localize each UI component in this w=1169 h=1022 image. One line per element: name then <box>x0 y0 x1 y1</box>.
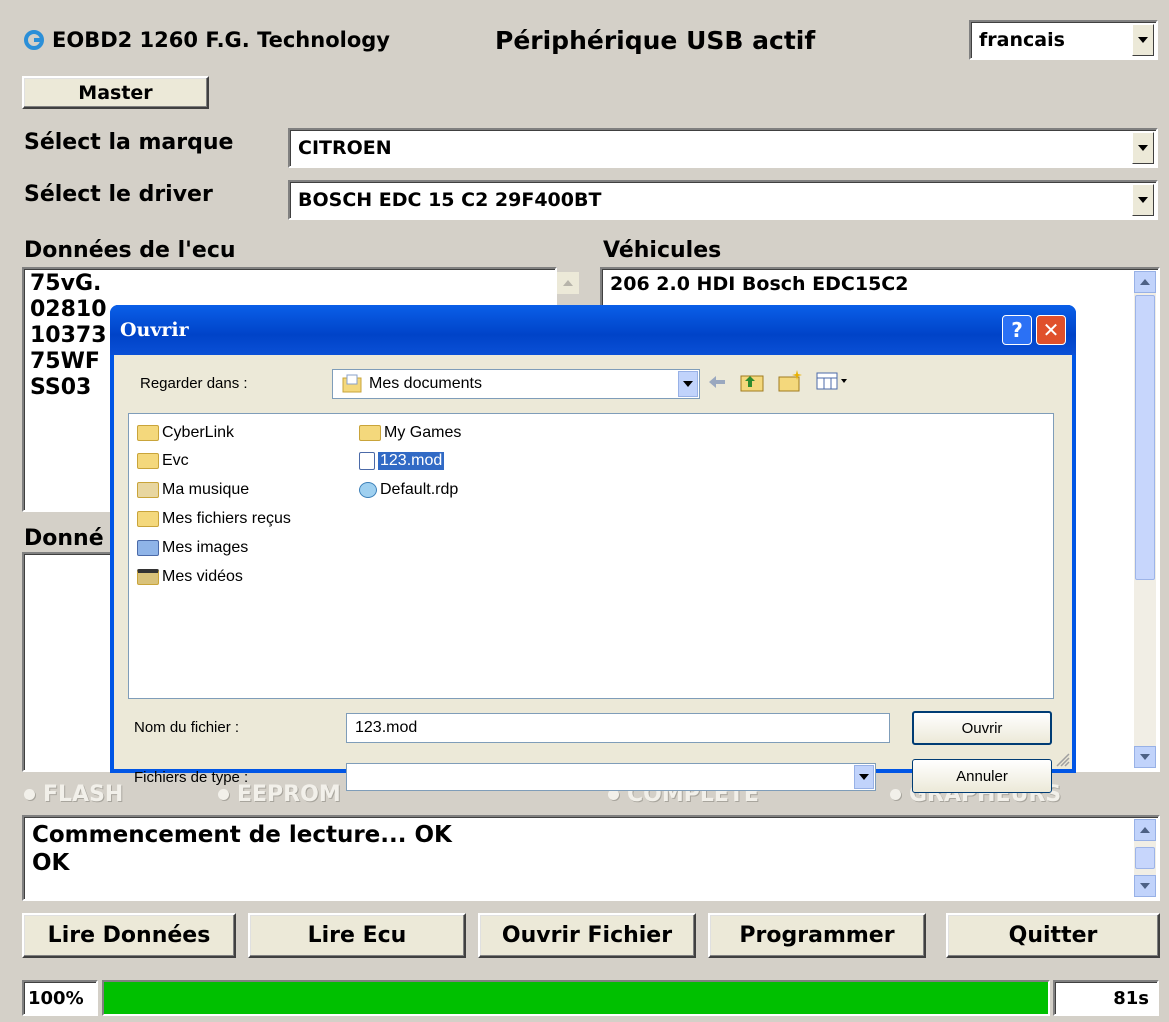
chevron-down-icon[interactable] <box>1132 24 1154 56</box>
radio-flash-label: FLASH <box>43 782 124 807</box>
up-folder-icon[interactable] <box>740 371 764 393</box>
log-box[interactable]: Commencement de lecture... OK OK <box>22 815 1160 901</box>
read-ecu-button[interactable]: Lire Ecu <box>248 913 466 958</box>
log-scrollbar[interactable] <box>1134 819 1156 897</box>
filetype-select[interactable] <box>346 763 876 791</box>
view-menu-icon[interactable] <box>816 371 852 391</box>
dialog-open-button[interactable]: Ouvrir <box>912 711 1052 745</box>
chevron-down-icon[interactable] <box>854 765 874 789</box>
help-button[interactable]: ? <box>1002 315 1032 345</box>
list-item[interactable]: CyberLink <box>137 424 234 442</box>
look-in-label: Regarder dans : <box>140 375 248 392</box>
read-data-button[interactable]: Lire Données <box>22 913 236 958</box>
file-icon <box>359 452 375 470</box>
app-logo-icon <box>24 30 44 50</box>
list-item[interactable]: Mes fichiers reçus <box>137 510 291 528</box>
vehicles-label: Véhicules <box>603 238 722 263</box>
radio-dot-icon <box>218 789 229 800</box>
brand-value: CITROEN <box>298 137 392 159</box>
ecu-data-label: Données de l'ecu <box>24 238 236 263</box>
scroll-down-icon[interactable] <box>1134 746 1156 768</box>
scroll-down-icon[interactable] <box>1134 875 1156 897</box>
language-value: francais <box>979 29 1065 51</box>
brand-label: Sélect la marque <box>24 130 234 155</box>
data2-label: Donné <box>24 526 104 551</box>
look-in-value-wrap: Mes documents <box>333 374 678 394</box>
videos-folder-icon <box>137 569 159 585</box>
list-item: 75vG. <box>30 271 102 296</box>
scroll-thumb[interactable] <box>1135 295 1155 580</box>
language-select[interactable]: francais <box>969 20 1158 60</box>
open-dialog: Ouvrir ? ✕ Regarder dans : Mes documents… <box>110 305 1076 793</box>
my-documents-icon <box>342 374 362 393</box>
folder-icon <box>137 511 159 527</box>
app-title: EOBD2 1260 F.G. Technology <box>52 28 390 52</box>
progress-fill <box>104 982 1048 1014</box>
progress-bar <box>102 980 1050 1016</box>
vehicle-item[interactable]: 206 2.0 HDI Bosch EDC15C2 <box>602 269 1158 299</box>
vehicles-scrollbar[interactable] <box>1134 271 1156 768</box>
look-in-select[interactable]: Mes documents <box>332 369 700 399</box>
look-in-value: Mes documents <box>369 375 482 392</box>
usb-status: Périphérique USB actif <box>495 26 816 55</box>
chevron-down-icon[interactable] <box>1132 184 1154 216</box>
radio-dot-icon <box>24 789 35 800</box>
log-lines: Commencement de lecture... OK OK <box>24 817 1158 879</box>
back-arrow-icon[interactable] <box>708 375 726 389</box>
app-title-bar: EOBD2 1260 F.G. Technology <box>24 28 390 52</box>
log-line: OK <box>32 850 70 876</box>
progress-percent: 100% <box>22 980 98 1016</box>
radio-dot-icon <box>890 789 901 800</box>
folder-icon <box>137 453 159 469</box>
progress-time: 81s <box>1053 980 1159 1016</box>
remote-desktop-icon <box>359 482 377 498</box>
filename-label: Nom du fichier : <box>134 719 240 736</box>
radio-flash[interactable]: FLASH <box>24 782 123 807</box>
dialog-title: Ouvrir <box>120 319 189 341</box>
new-folder-icon[interactable] <box>778 369 804 393</box>
list-item-selected[interactable]: 123.mod <box>359 452 445 470</box>
list-item[interactable]: My Games <box>359 424 461 442</box>
close-button[interactable]: ✕ <box>1036 315 1066 345</box>
program-button[interactable]: Programmer <box>708 913 926 958</box>
resize-grip-icon[interactable] <box>1056 753 1070 767</box>
music-folder-icon <box>137 482 159 498</box>
filename-input[interactable]: 123.mod <box>346 713 890 743</box>
dialog-cancel-button[interactable]: Annuler <box>912 759 1052 793</box>
list-item[interactable]: Evc <box>137 452 189 470</box>
filetype-label: Fichiers de type : <box>134 769 249 786</box>
ecu-scroll-up[interactable] <box>557 272 579 294</box>
pictures-folder-icon <box>137 540 159 556</box>
brand-select[interactable]: CITROEN <box>288 128 1158 168</box>
folder-icon <box>359 425 381 441</box>
driver-label: Sélect le driver <box>24 182 213 207</box>
dialog-titlebar[interactable]: Ouvrir ? ✕ <box>110 305 1076 355</box>
scroll-up-icon[interactable] <box>1134 819 1156 841</box>
driver-value: BOSCH EDC 15 C2 29F400BT <box>298 189 602 211</box>
titlebar-buttons: ? ✕ <box>1002 315 1066 345</box>
list-item[interactable]: Mes images <box>137 539 248 557</box>
scroll-up-icon[interactable] <box>1134 271 1156 293</box>
quit-button[interactable]: Quitter <box>946 913 1160 958</box>
log-line: Commencement de lecture... OK <box>32 822 452 848</box>
chevron-down-icon[interactable] <box>678 371 698 397</box>
chevron-down-icon[interactable] <box>1132 132 1154 164</box>
scroll-thumb[interactable] <box>1135 847 1155 869</box>
open-file-button[interactable]: Ouvrir Fichier <box>478 913 696 958</box>
dialog-body: Regarder dans : Mes documents CyberLink … <box>114 355 1072 793</box>
list-item[interactable]: Ma musique <box>137 481 249 499</box>
list-item[interactable]: Default.rdp <box>359 481 458 499</box>
driver-select[interactable]: BOSCH EDC 15 C2 29F400BT <box>288 180 1158 220</box>
folder-icon <box>137 425 159 441</box>
master-button[interactable]: Master <box>22 76 209 109</box>
list-item[interactable]: Mes vidéos <box>137 568 243 586</box>
file-list[interactable]: CyberLink Evc Ma musique Mes fichiers re… <box>128 413 1054 699</box>
radio-eeprom-label: EEPROM <box>237 782 341 807</box>
